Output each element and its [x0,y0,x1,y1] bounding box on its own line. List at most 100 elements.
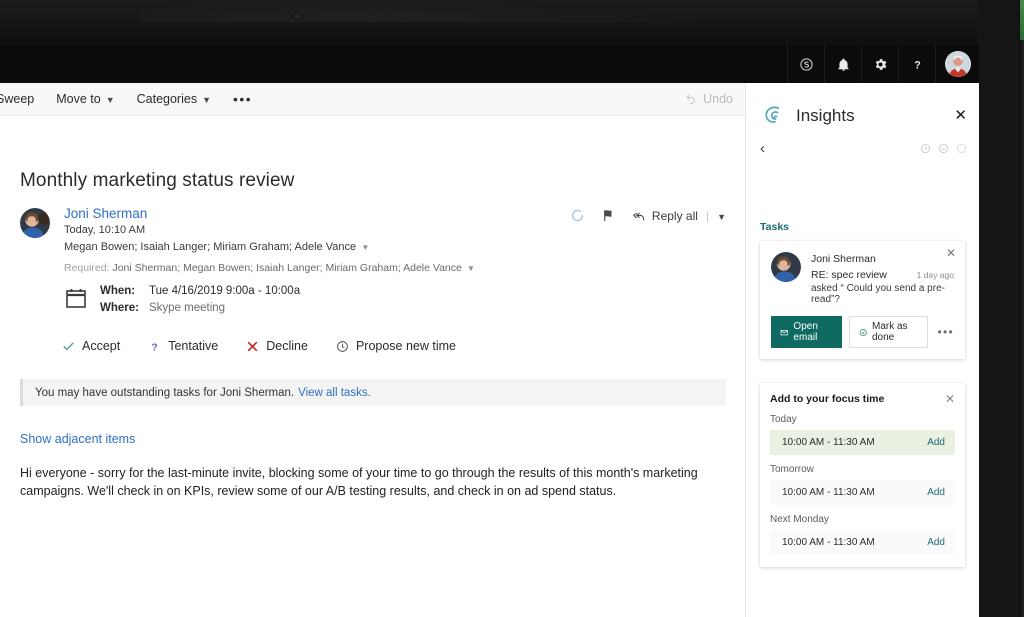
command-sweep-label: Sweep [0,92,35,106]
undo-icon [686,94,696,104]
focus-card-header: Add to your focus time ✕ [770,393,955,405]
when-value: Tue 4/16/2019 9:00a - 10:00a [148,285,301,297]
show-adjacent-items-link[interactable]: Show adjacent items [20,432,135,446]
chevron-down-icon: ▼ [202,95,211,105]
notifications-bell-icon[interactable] [824,45,861,83]
check-circle-icon [859,328,867,336]
page-title: Monthly marketing status review [20,170,295,191]
task-age: 1 day ago [916,270,954,280]
command-move-to[interactable]: Move to ▼ [45,92,125,106]
screen-edge [1019,0,1024,617]
chat-dot-icon[interactable] [938,143,949,154]
accept-label: Accept [82,339,121,353]
divider: | [705,208,710,223]
command-sweep[interactable]: Sweep [0,92,45,106]
circle-dot-icon[interactable] [956,143,967,154]
close-icon[interactable]: ✕ [946,247,956,259]
insights-title: Insights [796,105,855,125]
recipients-names: Megan Bowen; Isaiah Langer; Miriam Graha… [64,241,357,253]
propose-new-time-button[interactable]: Propose new time [336,339,456,353]
task-quote: asked “ Could you send a pre-read”? [811,283,945,305]
open-email-button[interactable]: Open email [771,316,842,348]
command-bar: Sweep Move to ▼ Categories ▼ ••• Undo [0,83,745,116]
focus-time-card: Add to your focus time ✕ Today 10:00 AM … [760,383,965,567]
insights-logo-icon [765,106,780,123]
insights-section-tasks-label: Tasks [760,221,789,233]
reading-pane: Monthly marketing status review Joni She… [0,116,745,617]
task-card-actions: Open email Mark as done ••• [771,316,954,348]
focus-slot-next-monday[interactable]: 10:00 AM - 11:30 AM Add [770,530,955,555]
task-row: Joni Sherman RE: spec review 1 day ago a… [771,251,954,305]
focus-day-label: Next Monday [770,514,829,525]
close-icon[interactable]: ✕ [945,393,955,405]
tentative-label: Tentative [168,339,219,353]
mark-as-done-button[interactable]: Mark as done [848,316,929,348]
banner-text: You may have outstanding tasks for Joni … [35,386,295,399]
back-chevron-icon[interactable]: ‹ [760,141,765,156]
close-icon[interactable]: ✕ [954,108,967,123]
add-focus-time-button[interactable]: Add [927,437,945,448]
app-top-bar: ? [0,45,979,83]
screenshot-root: ? Sweep Move to ▼ Categories ▼ ••• Undo … [0,0,1024,617]
flag-icon[interactable] [601,208,616,223]
chevron-down-icon[interactable]: ▼ [717,212,726,222]
command-categories-label: Categories [136,92,198,106]
command-overflow-button[interactable]: ••• [222,91,263,107]
view-all-tasks-link[interactable]: View all tasks. [298,387,371,399]
required-names: Joni Sherman; Megan Bowen; Isaiah Langer… [112,262,462,274]
chevron-down-icon: ▼ [105,95,115,105]
focus-day-label: Tomorrow [770,464,814,475]
webcam-icon [293,12,302,21]
outstanding-tasks-banner: You may have outstanding tasks for Joni … [20,379,726,406]
open-email-label: Open email [793,321,818,343]
laptop-bezel-top [0,0,1024,45]
where-label: Where: [100,302,139,314]
focus-card-title: Add to your focus time [770,393,885,405]
focus-slot-time: 10:00 AM - 11:30 AM [782,537,875,548]
insights-header: Insights ✕ [762,103,967,128]
when-label: When: [100,285,136,297]
insights-subbar: ‹ [760,141,967,156]
meeting-details-grid: When: Tue 4/16/2019 9:00a - 10:00a Where… [100,285,300,314]
svg-text:?: ? [152,342,158,353]
task-info: Joni Sherman RE: spec review 1 day ago a… [811,251,954,305]
undo-button[interactable]: Undo [685,92,733,106]
add-focus-time-button[interactable]: Add [927,487,945,498]
chevron-down-icon[interactable]: ▼ [465,264,475,273]
focus-slot-time: 10:00 AM - 11:30 AM [782,487,875,498]
task-person-name: Joni Sherman [811,253,876,265]
sender-avatar[interactable] [20,208,50,238]
accept-button[interactable]: Accept [62,339,120,353]
add-focus-time-button[interactable]: Add [927,537,945,548]
skype-icon[interactable] [787,45,824,83]
sync-status-icon [570,208,585,223]
tentative-button[interactable]: ? Tentative [148,339,219,353]
insights-pager-dots [920,143,967,154]
focus-slot-today[interactable]: 10:00 AM - 11:30 AM Add [770,430,955,455]
envelope-icon [780,329,788,335]
task-more-options-button[interactable]: ••• [937,325,954,339]
message-timestamp: Today, 10:10 AM [64,224,146,236]
laptop-bezel-right [978,0,1024,617]
help-question-icon[interactable]: ? [898,45,935,83]
reply-all-button[interactable]: Reply all | ▼ [632,209,726,223]
decline-button[interactable]: Decline [246,339,308,353]
undo-label: Undo [703,92,733,106]
reply-all-label: Reply all [651,208,698,223]
mark-as-done-label: Mark as done [871,321,908,343]
task-subject-row: RE: spec review 1 day ago [811,269,954,281]
webcam-sensor-icon [372,14,377,19]
rsvp-actions: Accept ? Tentative Decline Propose new t… [62,339,456,353]
focus-slot-tomorrow[interactable]: 10:00 AM - 11:30 AM Add [770,480,955,505]
required-label: Required: [64,262,110,274]
task-avatar [771,252,801,282]
settings-gear-icon[interactable] [861,45,898,83]
chevron-down-icon[interactable]: ▼ [359,243,369,252]
avatar-image [944,51,971,77]
bezel-highlight [140,0,740,22]
command-categories[interactable]: Categories ▼ [126,92,222,106]
recipients-line: Megan Bowen; Isaiah Langer; Miriam Graha… [64,241,726,253]
clock-dot-icon[interactable] [920,143,931,154]
account-avatar[interactable] [935,45,979,83]
task-card: ✕ Joni Sherman RE: spec review 1 day ago… [760,241,965,359]
